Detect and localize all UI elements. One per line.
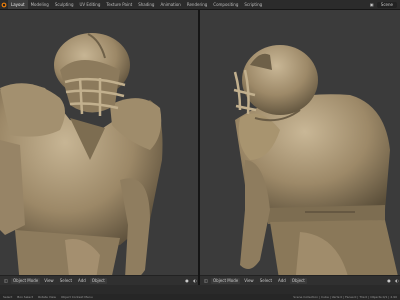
right-viewport-header: ◫ Object Mode View Select Add Object ● ◐ (200, 275, 400, 285)
left-menu-select[interactable]: Select (58, 278, 74, 284)
timeline-strip (0, 285, 400, 294)
scene-icon: ▣ (369, 2, 374, 7)
right-overlay-icon[interactable]: ◐ (394, 278, 400, 284)
top-menu-bar: Layout Modeling Sculpting UV Editing Texture… (0, 0, 400, 10)
blender-logo-icon[interactable] (0, 1, 8, 9)
left-3d-viewport[interactable] (0, 10, 198, 285)
tab-layout[interactable]: Layout (8, 0, 28, 9)
right-sculpt-render (233, 45, 400, 285)
tab-modeling[interactable]: Modeling (28, 0, 52, 9)
left-menu-object[interactable]: Object (89, 277, 107, 284)
status-bar: Select Box Select Rotate View Object Con… (0, 294, 400, 300)
status-hint-rotate: Rotate View (38, 295, 56, 299)
scene-selector[interactable]: ▣ Scene (369, 1, 400, 8)
tab-scripting[interactable]: Scripting (241, 0, 265, 9)
workspace-tabs: Layout Modeling Sculpting UV Editing Texture… (8, 0, 265, 9)
scene-label[interactable]: Scene (376, 1, 397, 8)
right-menu-object[interactable]: Object (289, 277, 307, 284)
left-mode-select[interactable]: Object Mode (11, 277, 41, 284)
left-viewport-header: ◫ Object Mode View Select Add Object ● ◐ (0, 275, 198, 285)
tab-texture-paint[interactable]: Texture Paint (103, 0, 135, 9)
right-menu-view[interactable]: View (242, 278, 256, 284)
left-overlay-icon[interactable]: ◐ (192, 278, 198, 284)
right-menu-add[interactable]: Add (276, 278, 288, 284)
right-3d-viewport[interactable] (200, 10, 400, 285)
tab-uv-editing[interactable]: UV Editing (77, 0, 104, 9)
editor-type-icon[interactable]: ◫ (3, 278, 9, 284)
status-hint-select: Select (3, 295, 13, 299)
left-menu-view[interactable]: View (42, 278, 56, 284)
status-stats: Scene Collection | Cube | Verts:0 | Face… (293, 295, 397, 299)
tab-compositing[interactable]: Compositing (210, 0, 241, 9)
right-menu-select[interactable]: Select (258, 278, 274, 284)
status-hint-box-select: Box Select (17, 295, 34, 299)
left-menu-add[interactable]: Add (76, 278, 88, 284)
right-shading-solid-icon[interactable]: ● (386, 278, 392, 284)
right-mode-select[interactable]: Object Mode (211, 277, 241, 284)
left-sculpt-render (0, 33, 163, 285)
status-hint-context: Object Context Menu (60, 295, 93, 299)
tab-sculpting[interactable]: Sculpting (52, 0, 77, 9)
left-shading-solid-icon[interactable]: ● (184, 278, 190, 284)
tab-animation[interactable]: Animation (157, 0, 183, 9)
editor-type-icon[interactable]: ◫ (203, 278, 209, 284)
tab-rendering[interactable]: Rendering (184, 0, 210, 9)
tab-shading[interactable]: Shading (135, 0, 157, 9)
